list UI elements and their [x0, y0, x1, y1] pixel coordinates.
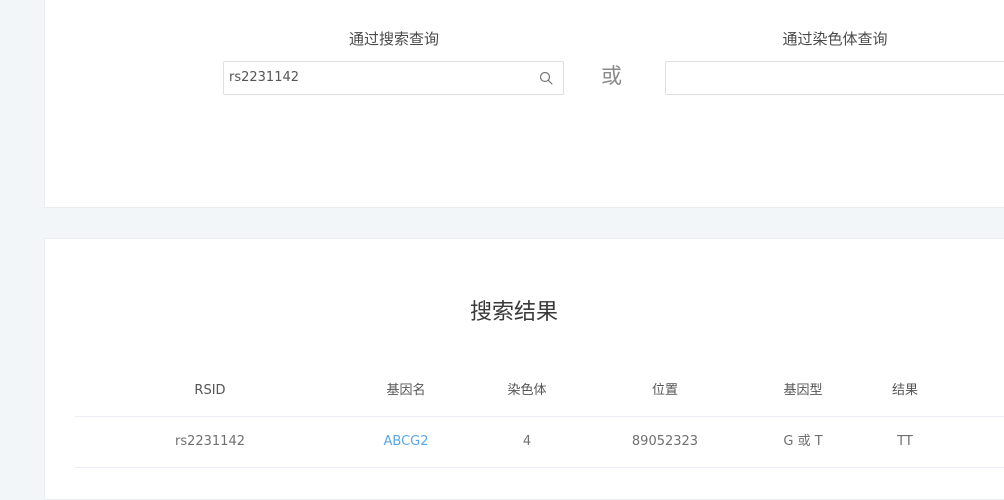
search-card: 通过搜索查询 或 通过染色体查询	[44, 0, 1004, 208]
chromosome-select[interactable]	[665, 61, 1004, 95]
results-title: 搜索结果	[469, 300, 558, 325]
results-table: RSID 基因名 染色体 位置 基因型 结果 rs2231142 ABCG2 4…	[75, 366, 1004, 468]
cell-position: 89052323	[631, 434, 699, 449]
cell-result: TT	[897, 434, 913, 449]
table-header-row: RSID 基因名 染色体 位置 基因型 结果	[75, 366, 1004, 417]
search-box[interactable]	[223, 61, 564, 95]
search-icon[interactable]	[539, 71, 553, 85]
table-row: rs2231142 ABCG2 4 89052323 G 或 T TT	[75, 417, 1004, 468]
cell-rsid: rs2231142	[174, 434, 245, 449]
search-input[interactable]	[229, 70, 519, 85]
column-header-genotype: 基因型	[783, 383, 823, 398]
column-header-rsid: RSID	[194, 383, 226, 398]
cell-chromosome: 4	[522, 434, 532, 449]
column-header-chromosome: 染色体	[507, 383, 547, 398]
gene-link[interactable]: ABCG2	[331, 417, 481, 467]
search-label: 通过搜索查询	[348, 30, 439, 48]
or-separator: 或	[601, 64, 622, 88]
chromosome-label: 通过染色体查询	[782, 30, 888, 48]
column-header-position: 位置	[651, 383, 678, 398]
column-header-gene: 基因名	[386, 383, 426, 398]
cell-genotype: G 或 T	[783, 434, 823, 449]
column-header-result: 结果	[891, 383, 918, 398]
